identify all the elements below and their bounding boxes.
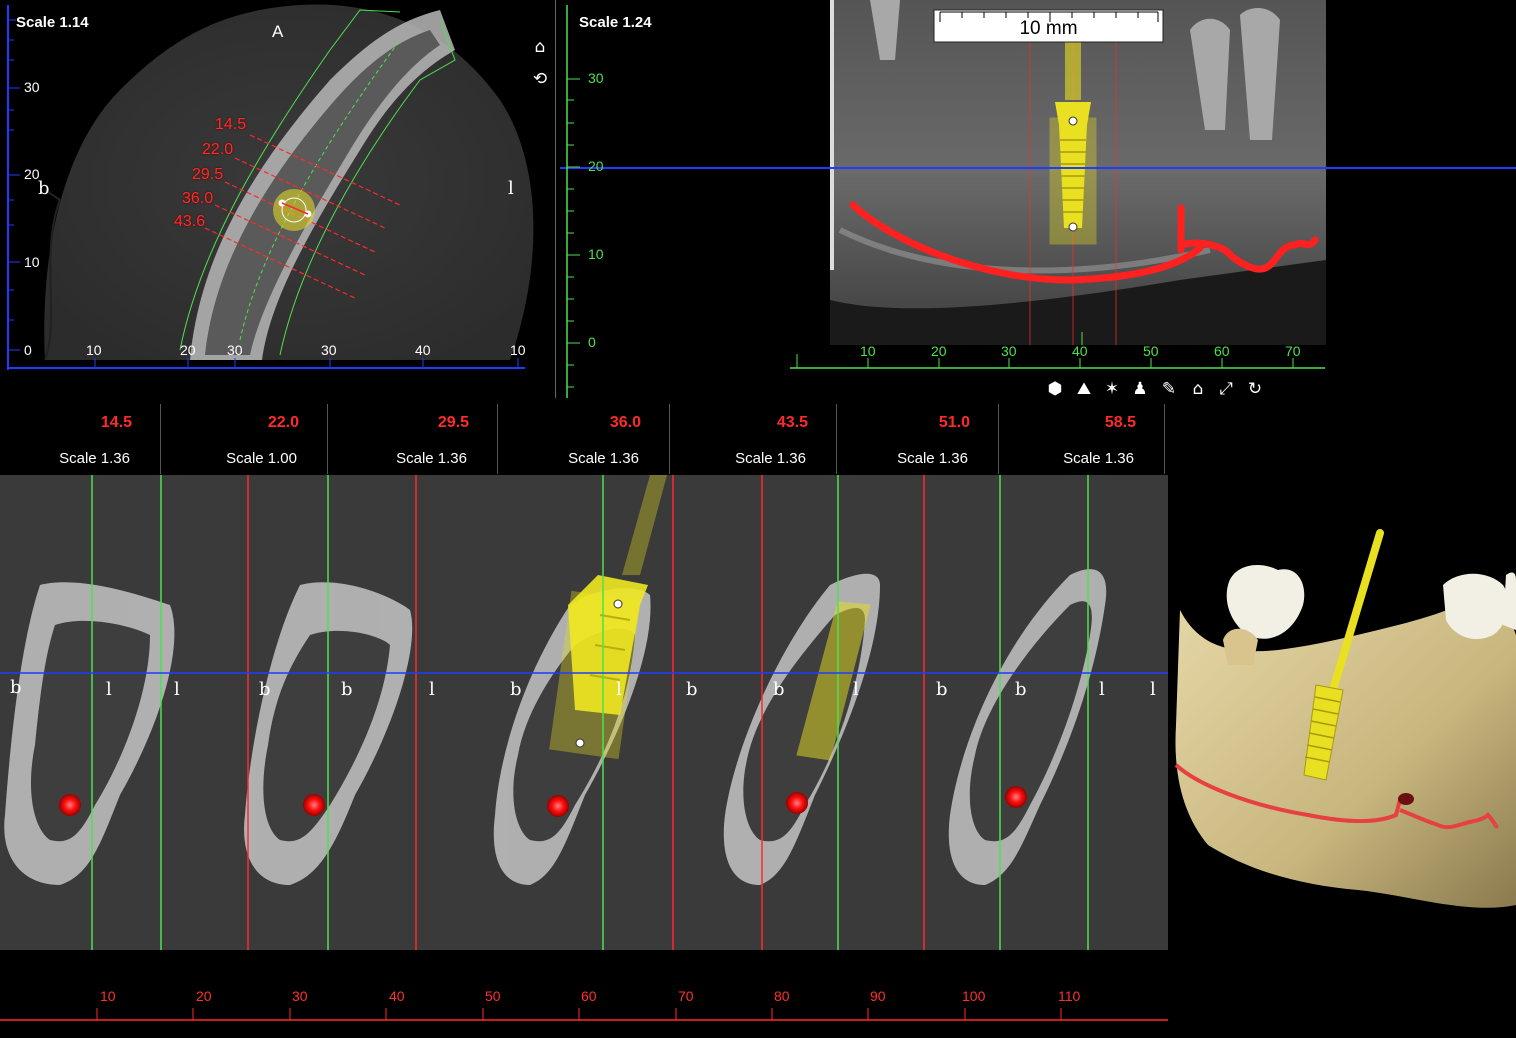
slice-axis-tick: 100 (962, 988, 986, 1004)
slice-scale: Scale 1.36 (568, 450, 639, 467)
axial-y-tick: 10 (24, 254, 40, 270)
pano-x-tick: 30 (1001, 343, 1017, 359)
section-label[interactable]: 22.0 (202, 141, 233, 159)
section-label[interactable]: 43.6 (174, 213, 205, 231)
buccal-mark: b (686, 679, 698, 700)
expand-icon[interactable]: ⤢ (1215, 378, 1237, 400)
slice-scale: Scale 1.00 (226, 450, 297, 467)
slice-axis-tick: 30 (292, 988, 308, 1004)
buccal-mark: b (773, 679, 785, 700)
slice-axis-tick: 60 (581, 988, 597, 1004)
axial-x-tick: 30 (227, 342, 243, 358)
slice-number: 51.0 (938, 414, 970, 431)
cube-icon[interactable]: ⬢ (1044, 378, 1066, 400)
lingual-mark: l (616, 679, 622, 700)
pano-x-tick: 40 (1072, 343, 1088, 359)
buccal-mark: b (1015, 679, 1027, 700)
axial-y-tick: 20 (24, 166, 40, 182)
axial-scale-label: Scale 1.14 (16, 14, 89, 31)
buccal-mark: b (341, 679, 353, 700)
3d-jaw-model (1174, 529, 1516, 908)
slice-scale: Scale 1.36 (396, 450, 467, 467)
pano-x-tick: 70 (1285, 343, 1301, 359)
person-icon[interactable]: ✶ (1101, 378, 1123, 400)
section-label[interactable]: 36.0 (182, 190, 213, 208)
cross-sections-view[interactable]: b l l b b l b l b b l b b l l 10 20 30 4… (0, 475, 1168, 1038)
section-label[interactable]: 14.5 (215, 116, 246, 134)
axial-orientation-label: A (272, 22, 284, 41)
axial-x-tick: 20 (180, 342, 196, 358)
slice-header[interactable]: 36.0 Scale 1.36 (498, 404, 670, 474)
lingual-mark: l (853, 679, 859, 700)
lingual-mark: l (1150, 679, 1156, 700)
figure-icon[interactable]: ♟ (1129, 378, 1151, 400)
home-icon[interactable]: ⌂ (529, 36, 551, 58)
pano-x-tick: 20 (931, 343, 947, 359)
axial-x-tick: 10 (86, 342, 102, 358)
pano-y-tick: 20 (588, 158, 604, 174)
slice-axis-tick: 110 (1058, 988, 1081, 1004)
panoramic-view[interactable]: Scale 1.24 10 mm 30 20 10 0 10 20 30 40 … (560, 0, 1516, 402)
slice-axis-tick: 10 (100, 988, 116, 1004)
slice-number: 29.5 (437, 414, 469, 431)
slice-header[interactable]: 43.5 Scale 1.36 (674, 404, 837, 474)
slice-header[interactable]: 14.5 Scale 1.36 (0, 404, 161, 474)
home-refresh-icon[interactable]: ⟲ (529, 68, 551, 90)
axial-view[interactable]: Scale 1.14 A b l 30 20 10 0 10 20 30 30 … (0, 0, 556, 398)
axial-x-tick: 30 (321, 342, 337, 358)
3d-view[interactable] (1168, 475, 1516, 1038)
axial-x-tick: 40 (415, 342, 431, 358)
slice-scale: Scale 1.36 (1063, 450, 1134, 467)
view-toolbar: ⬢ ⛰ ✶ ♟ ✎ ⌂ ⤢ ↻ (1044, 378, 1270, 402)
slice-header[interactable]: 29.5 Scale 1.36 (328, 404, 498, 474)
buccal-mark: b (510, 679, 522, 700)
home-icon[interactable]: ⌂ (1187, 378, 1209, 400)
slice-axis-tick: 20 (196, 988, 212, 1004)
pano-x-tick: 50 (1143, 343, 1159, 359)
slice-header[interactable]: 51.0 Scale 1.36 (837, 404, 999, 474)
axial-image (7, 0, 556, 398)
slice-header[interactable]: 22.0 Scale 1.00 (161, 404, 328, 474)
tools-icon[interactable]: ✎ (1158, 378, 1180, 400)
ruler-label: 10 mm (1019, 18, 1078, 39)
slice-scale: Scale 1.36 (897, 450, 968, 467)
lingual-mark: l (429, 679, 435, 700)
pano-scale-label: Scale 1.24 (579, 14, 652, 31)
slice-number: 22.0 (267, 414, 299, 431)
layers-icon[interactable]: ⛰ (1073, 378, 1095, 400)
slice-axis-tick: 40 (389, 988, 405, 1004)
buccal-mark: b (259, 679, 271, 700)
cross-sections-image (0, 475, 1168, 1038)
axial-x-tick: 10 (510, 342, 526, 358)
axial-y-tick: 30 (24, 79, 40, 95)
pano-x-tick: 60 (1214, 343, 1230, 359)
axial-lingual-mark: l (508, 178, 514, 199)
lingual-mark: l (174, 679, 180, 700)
pano-y-tick: 0 (588, 334, 596, 350)
slice-axis-tick: 70 (678, 988, 694, 1004)
rotate-icon[interactable]: ↻ (1244, 378, 1266, 400)
slice-scale: Scale 1.36 (59, 450, 130, 467)
slice-header[interactable]: 58.5 Scale 1.36 (999, 404, 1165, 474)
panoramic-image (560, 0, 1516, 398)
slice-axis-tick: 90 (870, 988, 886, 1004)
buccal-mark: b (936, 679, 948, 700)
pano-y-tick: 10 (588, 246, 604, 262)
pano-y-tick: 30 (588, 70, 604, 86)
slice-number: 14.5 (100, 414, 132, 431)
axial-y-tick: 0 (24, 342, 32, 358)
buccal-mark: b (10, 677, 22, 698)
slice-axis-tick: 50 (485, 988, 501, 1004)
slice-scale: Scale 1.36 (735, 450, 806, 467)
slice-axis-tick: 80 (774, 988, 790, 1004)
lingual-mark: l (1099, 679, 1105, 700)
slice-number: 58.5 (1104, 414, 1136, 431)
lingual-mark: l (106, 679, 112, 700)
slice-number: 36.0 (609, 414, 641, 431)
section-label[interactable]: 29.5 (192, 166, 223, 184)
slice-number: 43.5 (776, 414, 808, 431)
pano-x-tick: 10 (860, 343, 876, 359)
